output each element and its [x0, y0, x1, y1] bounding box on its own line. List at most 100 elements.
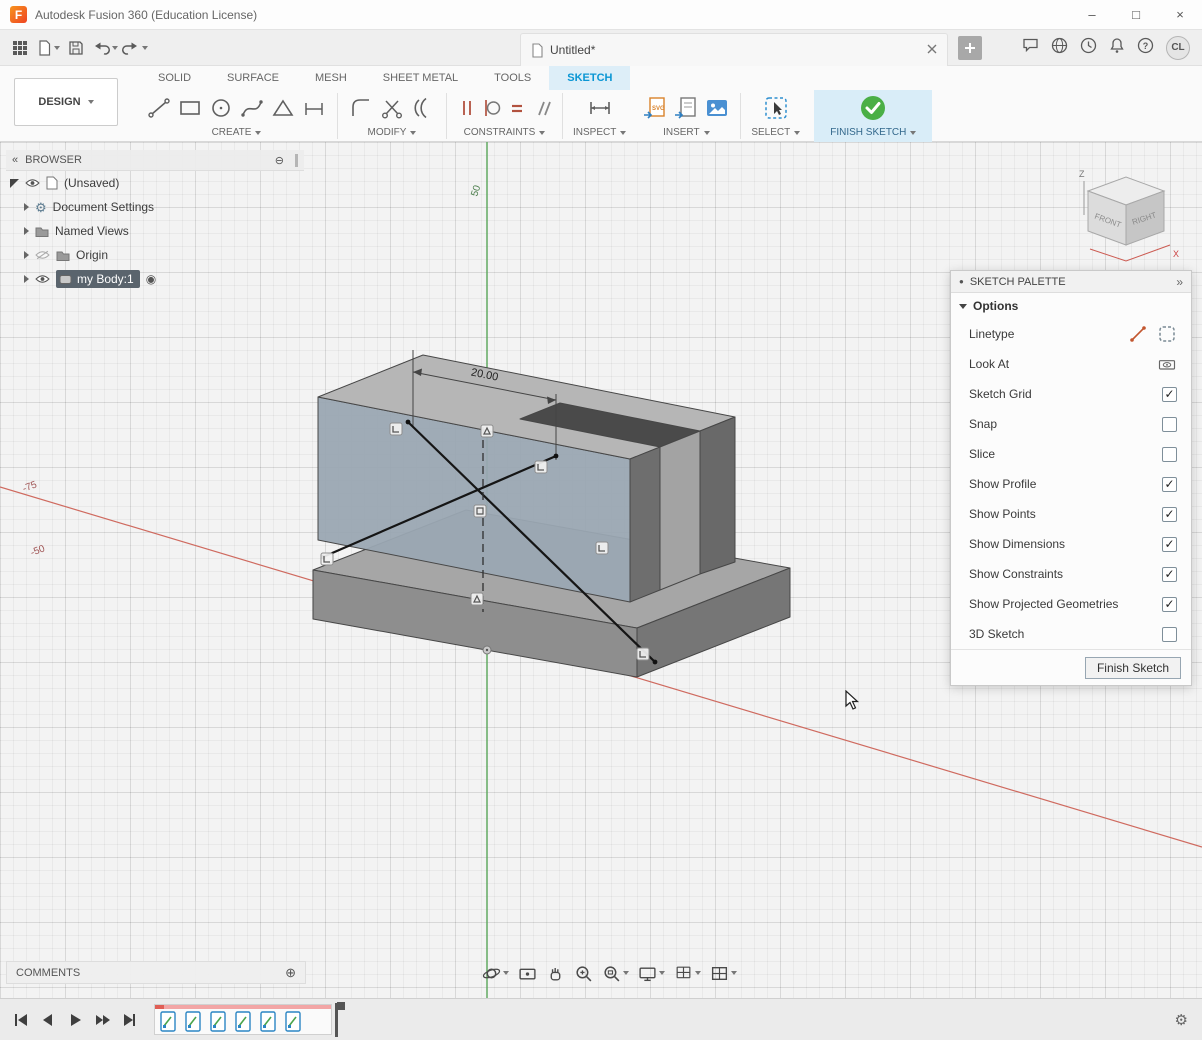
file-menu-button[interactable]: [36, 35, 60, 61]
constraint-icon[interactable]: [535, 461, 547, 473]
constraint-icon[interactable]: [390, 423, 402, 435]
constraint-icon[interactable]: [474, 505, 486, 517]
comments-bubble-button[interactable]: [1022, 37, 1039, 58]
browser-item-body[interactable]: my Body:1 ◉: [6, 267, 304, 291]
pan-button[interactable]: [546, 964, 565, 983]
new-tab-button[interactable]: [958, 36, 982, 60]
timeline-sketch-feature[interactable]: [235, 1011, 251, 1032]
look-at-icon[interactable]: [1157, 354, 1177, 374]
undo-button[interactable]: [92, 35, 118, 61]
tab-tools[interactable]: TOOLS: [476, 66, 549, 90]
tab-sheet-metal[interactable]: SHEET METAL: [365, 66, 476, 90]
show-profile-checkbox[interactable]: ✓: [1162, 477, 1177, 492]
workspace-selector[interactable]: DESIGN: [14, 78, 118, 126]
model-slot-inner-face[interactable]: [660, 431, 700, 590]
rectangle-tool-icon[interactable]: [177, 95, 203, 121]
timeline-sketch-feature[interactable]: [260, 1011, 276, 1032]
constraint-icon[interactable]: [596, 542, 608, 554]
close-button[interactable]: ×: [1158, 0, 1202, 29]
offset-tool-icon[interactable]: [410, 95, 436, 121]
viewport-canvas[interactable]: 50 -75 -50: [0, 142, 1202, 998]
show-points-checkbox[interactable]: ✓: [1162, 507, 1177, 522]
comments-bar[interactable]: COMMENTS ⊕: [6, 961, 306, 984]
modify-menu[interactable]: MODIFY: [368, 127, 417, 138]
tab-mesh[interactable]: MESH: [297, 66, 365, 90]
constraints-menu[interactable]: CONSTRAINTS: [464, 127, 546, 138]
slice-checkbox[interactable]: [1162, 447, 1177, 462]
constraint-icon[interactable]: [637, 648, 649, 660]
orbit-button[interactable]: [482, 964, 509, 983]
browser-item-named-views[interactable]: Named Views: [6, 219, 304, 243]
timeline-play-button[interactable]: [64, 1009, 86, 1031]
grid-snap-button[interactable]: [674, 964, 701, 983]
3d-sketch-checkbox[interactable]: [1162, 627, 1177, 642]
dimension-tool-icon[interactable]: [301, 95, 327, 121]
add-comment-icon[interactable]: ⊕: [285, 965, 296, 981]
expand-arrow-icon[interactable]: [24, 203, 29, 211]
measure-tool-icon[interactable]: [587, 95, 613, 121]
look-at-button[interactable]: [518, 964, 537, 983]
spline-tool-icon[interactable]: [239, 95, 265, 121]
tab-surface[interactable]: SURFACE: [209, 66, 297, 90]
visibility-target-icon[interactable]: ◉: [146, 272, 156, 286]
expand-arrow-icon[interactable]: [24, 251, 29, 259]
browser-scrollbar[interactable]: [295, 154, 298, 167]
timeline-sketch-feature[interactable]: [185, 1011, 201, 1032]
viewports-button[interactable]: [710, 964, 737, 983]
timeline-track[interactable]: [154, 1004, 332, 1035]
timeline-go-to-start-button[interactable]: [10, 1009, 32, 1031]
sketch-linetype-icon[interactable]: [1128, 324, 1148, 344]
finish-sketch-button[interactable]: Finish Sketch: [1085, 657, 1181, 679]
model-face-wall-right-front[interactable]: [630, 447, 660, 602]
timeline-step-forward-button[interactable]: [91, 1009, 113, 1031]
model-face-wall-right-back[interactable]: [700, 417, 735, 574]
browser-item-origin[interactable]: Origin: [6, 243, 304, 267]
sketch-palette-header[interactable]: ● SKETCH PALETTE »: [951, 271, 1191, 293]
job-status-button[interactable]: [1080, 37, 1097, 59]
insert-menu[interactable]: INSERT: [663, 127, 710, 138]
browser-item-root[interactable]: (Unsaved): [6, 171, 304, 195]
snap-checkbox[interactable]: [1162, 417, 1177, 432]
vertical-constraint-icon[interactable]: [457, 98, 477, 118]
sketch-point[interactable]: [406, 420, 411, 425]
app-grid-button[interactable]: [8, 35, 32, 61]
timeline-sketch-feature[interactable]: [160, 1011, 176, 1032]
collapse-panel-icon[interactable]: «: [12, 154, 18, 166]
circle-tool-icon[interactable]: [208, 95, 234, 121]
timeline-go-to-end-button[interactable]: [118, 1009, 140, 1031]
fillet-tool-icon[interactable]: [348, 95, 374, 121]
maximize-button[interactable]: □: [1114, 0, 1158, 29]
polygon-tool-icon[interactable]: [270, 95, 296, 121]
view-cube[interactable]: Z X FRONT RIGHT: [1060, 165, 1190, 275]
eye-icon[interactable]: [25, 178, 40, 188]
create-menu[interactable]: CREATE: [212, 127, 262, 138]
save-button[interactable]: [64, 35, 88, 61]
timeline-rollback-bar[interactable]: [155, 1005, 331, 1009]
insert-dxf-icon[interactable]: [673, 95, 699, 121]
show-constraints-checkbox[interactable]: ✓: [1162, 567, 1177, 582]
insert-svg-icon[interactable]: SVG: [642, 95, 668, 121]
selected-body-row[interactable]: my Body:1: [56, 270, 140, 288]
finish-sketch-button[interactable]: FINISH SKETCH: [830, 127, 916, 138]
select-menu[interactable]: SELECT: [751, 127, 800, 138]
parallel-constraint-icon[interactable]: [532, 98, 552, 118]
display-settings-button[interactable]: [638, 964, 665, 983]
palette-expand-icon[interactable]: »: [1176, 275, 1183, 289]
show-dimensions-checkbox[interactable]: ✓: [1162, 537, 1177, 552]
timeline-sketch-feature[interactable]: [285, 1011, 301, 1032]
zoom-button[interactable]: [574, 964, 593, 983]
options-section-header[interactable]: Options: [951, 293, 1191, 319]
eye-off-icon[interactable]: [35, 250, 50, 260]
sketch-point[interactable]: [653, 660, 658, 665]
expand-corner-icon[interactable]: [10, 179, 19, 188]
line-tool-icon[interactable]: [146, 95, 172, 121]
notifications-button[interactable]: [1109, 37, 1125, 59]
construction-linetype-icon[interactable]: [1157, 324, 1177, 344]
tangent-constraint-icon[interactable]: [482, 98, 502, 118]
fit-button[interactable]: [602, 964, 629, 983]
redo-button[interactable]: [122, 35, 148, 61]
collapse-all-icon[interactable]: ⊖: [275, 154, 284, 167]
timeline-step-back-button[interactable]: [37, 1009, 59, 1031]
trim-tool-icon[interactable]: [379, 95, 405, 121]
document-tab[interactable]: Untitled*: [520, 33, 948, 66]
